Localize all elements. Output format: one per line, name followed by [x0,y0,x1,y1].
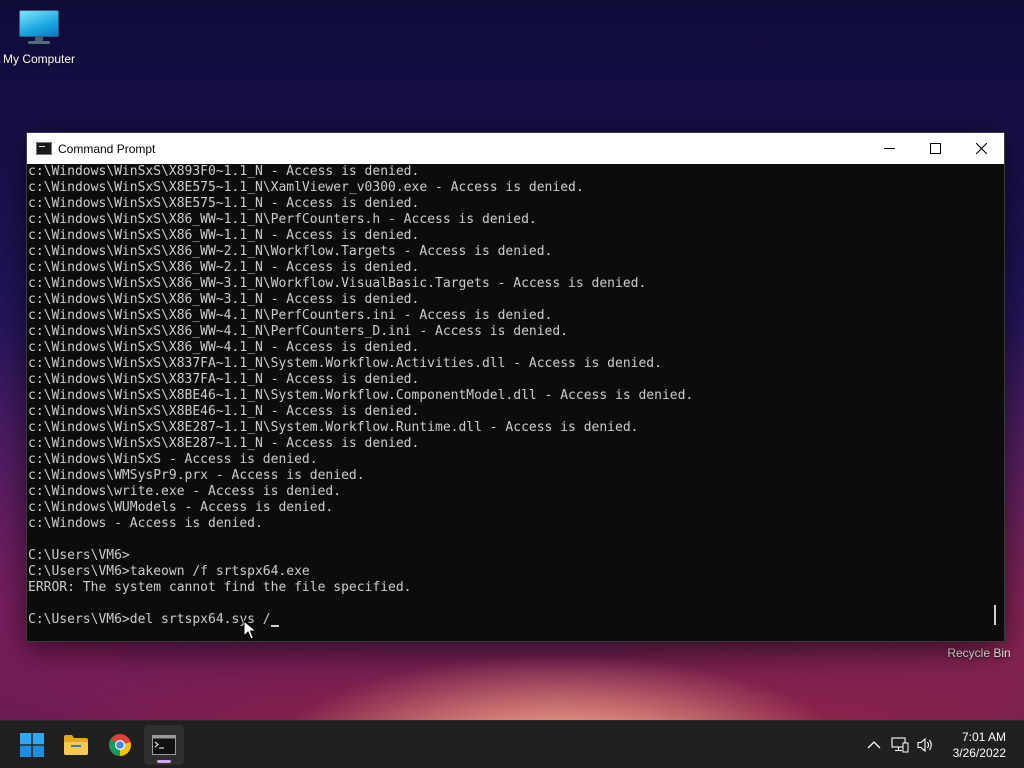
desktop-icon-recycle-bin[interactable]: Recycle Bin [934,646,1024,660]
console-line: c:\Windows\WinSxS\X86_WW~4.1_N\PerfCount… [28,324,569,339]
console-line: c:\Windows\WinSxS\X8BE46~1.1_N - Access … [28,404,420,419]
console-line: c:\Windows\WinSxS\X8E287~1.1_N\System.Wo… [28,420,639,435]
console-input-line[interactable]: C:\Users\VM6>del srtspx64.sys / [28,612,986,628]
taskbar-file-explorer[interactable] [56,725,96,765]
console-line: c:\Windows\WinSxS\X837FA~1.1_N - Access … [28,372,420,387]
console-line: c:\Windows\WinSxS\X893F0~1.1_N - Access … [28,164,420,179]
minimize-icon [883,148,895,149]
desktop-icon-label: My Computer [2,52,76,66]
folder-icon [64,735,88,755]
taskbar: 7:01 AM 3/26/2022 [0,720,1024,768]
console-line: c:\Windows\WinSxS\X86_WW~1.1_N - Access … [28,228,420,243]
console-output[interactable]: c:\Windows\WinSxS\X893F0~1.1_N - Access … [27,164,986,641]
maximize-icon [929,143,941,154]
console-line: ERROR: The system cannot find the file s… [28,580,412,595]
cmd-icon [36,142,52,155]
system-clock[interactable]: 7:01 AM 3/26/2022 [953,729,1006,761]
start-button[interactable] [12,725,52,765]
console-line: c:\Windows\WinSxS\X86_WW~2.1_N - Access … [28,260,420,275]
console-line: c:\Windows\WinSxS\X86_WW~4.1_N\PerfCount… [28,308,553,323]
active-indicator [157,760,171,763]
network-icon [891,737,909,753]
clock-time: 7:01 AM [961,730,1006,744]
mouse-pointer-icon [243,620,257,640]
taskbar-command-prompt[interactable] [144,725,184,765]
command-prompt-window[interactable]: Command Prompt c:\Windows\WinSxS\X893F0~… [26,132,1005,642]
show-hidden-icons-button[interactable] [864,735,884,755]
console-line: c:\Windows\WMSysPr9.prx - Access is deni… [28,468,365,483]
chrome-icon [109,734,131,756]
maximize-button[interactable] [912,133,958,164]
close-button[interactable] [958,133,1004,164]
window-title: Command Prompt [58,141,156,156]
console-line: c:\Windows - Access is denied. [28,516,263,531]
console-line: c:\Windows\WUModels - Access is denied. [28,500,334,515]
minimize-button[interactable] [866,133,912,164]
title-bar[interactable]: Command Prompt [27,133,1004,164]
console-line: c:\Windows\WinSxS\X837FA~1.1_N\System.Wo… [28,356,662,371]
clock-date: 3/26/2022 [952,746,1006,760]
close-icon [975,143,987,154]
chevron-up-icon [867,741,881,749]
console-line: c:\Windows\WinSxS\X8E287~1.1_N - Access … [28,436,420,451]
console-line: c:\Windows\WinSxS\X86_WW~1.1_N\PerfCount… [28,212,537,227]
windows-start-icon [20,733,44,757]
console-line: c:\Windows\WinSxS\X86_WW~2.1_N\Workflow.… [28,244,553,259]
console-input-text: C:\Users\VM6>del srtspx64.sys / [28,612,271,627]
monitor-icon [17,8,61,46]
desktop-icon-my-computer[interactable]: My Computer [0,8,78,66]
console-line: c:\Windows\WinSxS\X8E575~1.1_N - Access … [28,196,420,211]
console-line: C:\Users\VM6> [28,548,130,563]
text-cursor [270,625,279,627]
scrollbar-thumb[interactable] [994,605,996,625]
network-button[interactable] [890,735,910,755]
console-line: c:\Windows\WinSxS\X86_WW~3.1_N\Workflow.… [28,276,647,291]
volume-button[interactable] [916,735,936,755]
cmd-icon [152,735,176,755]
console-line: C:\Users\VM6>takeown /f srtspx64.exe [28,564,310,579]
taskbar-chrome[interactable] [100,725,140,765]
console-line: c:\Windows\WinSxS\X86_WW~4.1_N - Access … [28,340,420,355]
console-line: c:\Windows\WinSxS\X86_WW~3.1_N - Access … [28,292,420,307]
console-line: c:\Windows\WinSxS\X8E575~1.1_N\XamlViewe… [28,180,584,195]
console-line: c:\Windows\WinSxS - Access is denied. [28,452,318,467]
console-line: c:\Windows\write.exe - Access is denied. [28,484,342,499]
console-line: c:\Windows\WinSxS\X8BE46~1.1_N\System.Wo… [28,388,694,403]
vertical-scrollbar[interactable] [986,164,1004,641]
desktop-icon-label: Recycle Bin [947,646,1011,660]
volume-icon [917,737,932,753]
